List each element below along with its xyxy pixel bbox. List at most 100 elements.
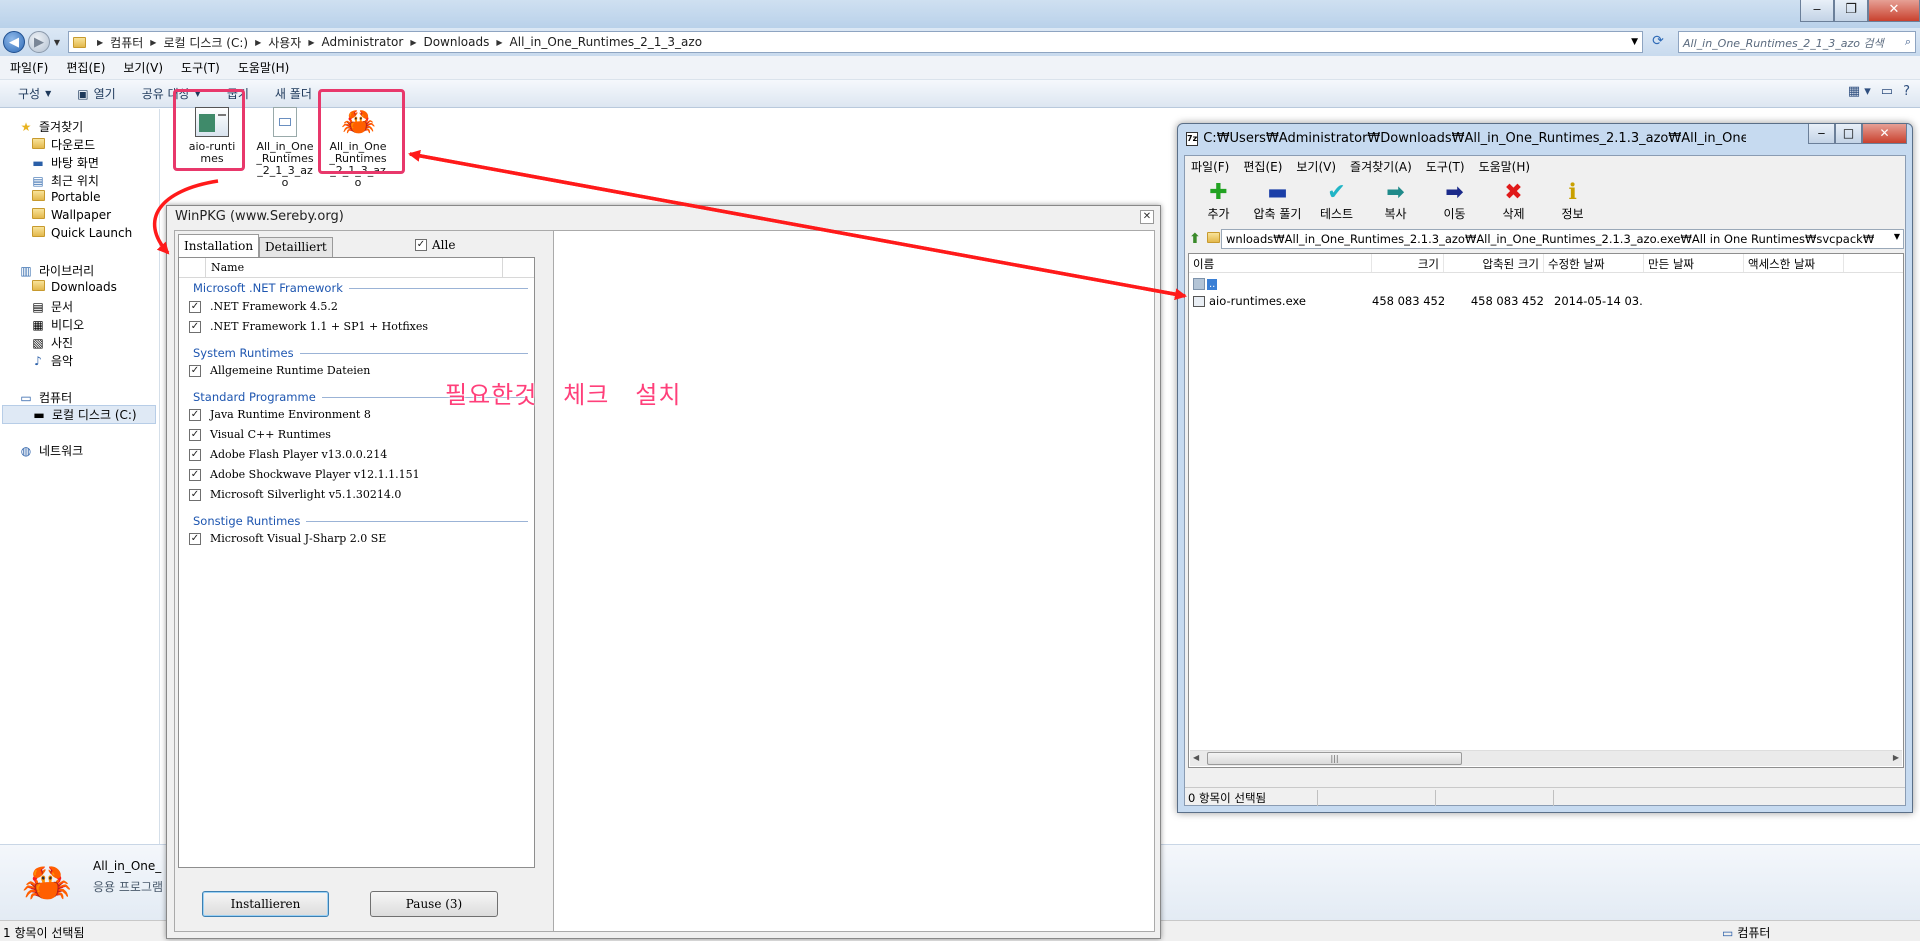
horizontal-scrollbar[interactable]: ◀ ||| ▶ [1190, 750, 1902, 766]
menu-view[interactable]: 보기(V) [1296, 158, 1336, 175]
nav-favorites[interactable]: ★ 즐겨찾기 [18, 118, 84, 135]
menu-tools[interactable]: 도구(T) [181, 59, 220, 76]
copy-button[interactable]: ➡ 복사 [1366, 180, 1425, 222]
list-item[interactable]: ✓ Microsoft Silverlight v5.1.30214.0 [189, 488, 401, 501]
menu-edit[interactable]: 편집(E) [1243, 158, 1282, 175]
table-row[interactable]: aio-runtimes.exe 458 083 452 458 083 452… [1189, 293, 1903, 309]
install-button[interactable]: Installieren [202, 891, 329, 917]
list-item[interactable]: ✓ Adobe Flash Player v13.0.0.214 [189, 448, 387, 461]
nav-recent[interactable]: ▤ 최근 위치 [30, 172, 99, 189]
checkbox-checked[interactable]: ✓ [189, 468, 201, 481]
scroll-left-icon[interactable]: ◀ [1193, 753, 1199, 762]
nav-computer[interactable]: ▭ 컴퓨터 [18, 389, 72, 406]
refresh-icon[interactable]: ⟳ [1648, 33, 1668, 53]
nav-wallpaper[interactable]: Wallpaper [30, 208, 111, 222]
checkbox-checked[interactable]: ✓ [189, 488, 201, 501]
breadcrumb-users[interactable]: ▶ 사용자 [248, 34, 301, 51]
checkbox-checked[interactable]: ✓ [189, 364, 201, 377]
menu-file[interactable]: 파일(F) [1191, 158, 1229, 175]
menu-help[interactable]: 도움말(H) [1479, 158, 1531, 175]
menu-tools[interactable]: 도구(T) [1426, 158, 1465, 175]
nav-portable[interactable]: Portable [30, 190, 100, 204]
checkbox-checked[interactable]: ✓ [189, 448, 201, 461]
add-button[interactable]: ✚ 추가 [1189, 180, 1248, 222]
forward-button[interactable]: ▶ [28, 31, 50, 53]
select-all-checkbox[interactable]: ✓ Alle [415, 238, 455, 252]
test-button[interactable]: ✔ 테스트 [1307, 180, 1366, 222]
info-button[interactable]: ℹ 정보 [1543, 180, 1602, 222]
breadcrumb-administrator[interactable]: ▶ Administrator [301, 35, 403, 49]
move-button[interactable]: ➡ 이동 [1425, 180, 1484, 222]
menu-help[interactable]: 도움말(H) [238, 59, 290, 76]
list-item[interactable]: ✓ .NET Framework 1.1 + SP1 + Hotfixes [189, 320, 428, 333]
search-input[interactable]: All_in_One_Runtimes_2_1_3_azo 검색 ⌕ [1678, 31, 1916, 53]
nav-videos[interactable]: ▦ 비디오 [30, 316, 84, 333]
nav-pictures[interactable]: ▧ 사진 [30, 334, 73, 351]
nav-local-disk[interactable]: ▬ 로컬 디스크 (C:) [2, 405, 156, 424]
nav-lib-downloads[interactable]: Downloads [30, 280, 117, 294]
nav-quick-launch[interactable]: Quick Launch [30, 226, 132, 240]
breadcrumb-computer[interactable]: ▶ 컴퓨터 [90, 34, 143, 51]
breadcrumb-local-disk[interactable]: ▶ 로컬 디스크 (C:) [143, 34, 248, 51]
tab-installation[interactable]: Installation [178, 234, 260, 257]
menu-edit[interactable]: 편집(E) [66, 59, 105, 76]
new-folder-button[interactable]: 새 폴더 [275, 85, 312, 102]
menu-favorites[interactable]: 즐겨찾기(A) [1350, 158, 1412, 175]
breadcrumb-current-folder[interactable]: ▶ All_in_One_Runtimes_2_1_3_azo [489, 35, 702, 49]
column-packed-size[interactable]: 압축된 크기 [1444, 254, 1544, 272]
menu-view[interactable]: 보기(V) [123, 59, 163, 76]
list-item-parent[interactable]: .. [1189, 276, 1903, 292]
recent-pages-dropdown[interactable]: ▼ [52, 38, 62, 47]
nav-network[interactable]: ◍ 네트워크 [18, 442, 83, 459]
help-icon[interactable]: ? [1903, 84, 1910, 99]
checkbox-checked[interactable]: ✓ [189, 408, 201, 421]
column-name[interactable]: 이름 [1189, 254, 1372, 272]
list-item[interactable]: ✓ Allgemeine Runtime Dateien [189, 364, 370, 377]
list-item[interactable]: ✓ Microsoft Visual J-Sharp 2.0 SE [189, 532, 386, 545]
file-item-archive[interactable]: All_in_One_Runtimes_2_1_3_azo [244, 103, 326, 189]
path-input[interactable]: wnloads₩All_in_One_Runtimes_2.1.3_azo₩Al… [1221, 229, 1904, 249]
address-bar[interactable]: ▶ 컴퓨터 ▶ 로컬 디스크 (C:) ▶ 사용자 ▶ Administrator ▶ D… [68, 31, 1643, 53]
address-dropdown-icon[interactable]: ▼ [1631, 37, 1638, 47]
pause-button[interactable]: Pause (3) [370, 891, 498, 917]
nav-downloads-fav[interactable]: 다운로드 [30, 136, 95, 153]
column-size[interactable]: 크기 [1372, 254, 1444, 272]
list-item[interactable]: ✓ .NET Framework 4.5.2 [189, 300, 338, 313]
checkbox-checked[interactable]: ✓ [189, 532, 201, 545]
preview-pane-icon[interactable]: ▭ [1881, 84, 1893, 99]
checkbox-checked[interactable]: ✓ [189, 428, 201, 441]
close-icon[interactable]: ✕ [1140, 210, 1154, 224]
nav-desktop[interactable]: ▬ 바탕 화면 [30, 154, 99, 171]
minimize-button[interactable]: ‒ [1800, 0, 1834, 22]
nav-music[interactable]: ♪ 음악 [30, 352, 73, 369]
back-button[interactable]: ◀ [3, 31, 25, 53]
scroll-right-icon[interactable]: ▶ [1893, 753, 1899, 762]
nav-documents[interactable]: ▤ 문서 [30, 298, 73, 315]
column-modified[interactable]: 수정한 날짜 [1544, 254, 1644, 272]
menu-file[interactable]: 파일(F) [10, 59, 48, 76]
minimize-button[interactable]: ‒ [1808, 124, 1835, 144]
column-created[interactable]: 만든 날짜 [1644, 254, 1744, 272]
close-button[interactable]: ✕ [1868, 0, 1920, 22]
scrollbar-thumb[interactable]: ||| [1207, 752, 1462, 765]
checkbox-checked[interactable]: ✓ [189, 300, 201, 313]
maximize-button[interactable]: □ [1835, 124, 1862, 144]
organize-button[interactable]: 구성 ▼ [18, 85, 51, 102]
open-button[interactable]: ▣ 열기 [77, 85, 115, 102]
maximize-button[interactable]: ❐ [1834, 0, 1868, 22]
checkbox-checked[interactable]: ✓ [415, 239, 427, 251]
list-item[interactable]: ✓ Adobe Shockwave Player v12.1.1.151 [189, 468, 420, 481]
breadcrumb-downloads[interactable]: ▶ Downloads [403, 35, 489, 49]
chevron-down-icon[interactable]: ▼ [1894, 232, 1900, 241]
view-options-icon[interactable]: ▦ ▾ [1848, 84, 1871, 99]
extract-button[interactable]: ▬ 압축 풀기 [1248, 180, 1307, 222]
list-item[interactable]: ✓ Visual C++ Runtimes [189, 428, 331, 441]
checkbox-checked[interactable]: ✓ [189, 320, 201, 333]
nav-libraries[interactable]: ▥ 라이브러리 [18, 262, 94, 279]
list-item[interactable]: ✓ Java Runtime Environment 8 [189, 408, 371, 421]
column-accessed[interactable]: 액세스한 날짜 [1744, 254, 1844, 272]
column-name[interactable]: Name [206, 258, 503, 277]
delete-button[interactable]: ✖ 삭제 [1484, 180, 1543, 222]
close-button[interactable]: ✕ [1862, 124, 1907, 144]
up-folder-icon[interactable]: ⬆ [1185, 231, 1205, 247]
